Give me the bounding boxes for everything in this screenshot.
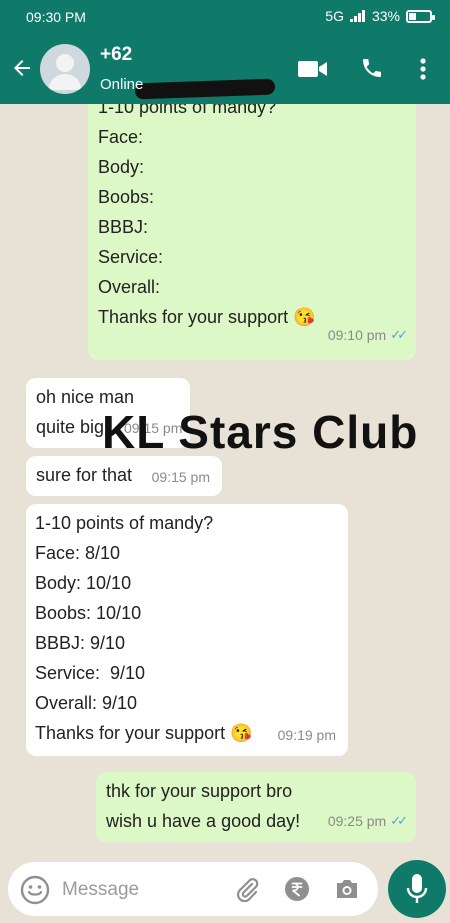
signal-icon: [349, 10, 366, 22]
message-outgoing[interactable]: thk for your support bro wish u have a g…: [96, 772, 416, 842]
rupee-icon[interactable]: [284, 876, 310, 907]
redaction-scribble: [134, 78, 276, 100]
video-call-icon[interactable]: [298, 58, 328, 85]
message-input[interactable]: Message: [62, 879, 139, 901]
message-text: 1-10 points of mandy? Face: Body: Boobs:…: [98, 104, 316, 327]
more-vert-icon[interactable]: [418, 56, 428, 87]
message-time: 09:25 pm: [327, 813, 387, 829]
status-time: 09:30 PM: [26, 9, 86, 25]
status-bar: 09:30 PM 5G 33%: [0, 0, 450, 34]
battery-percent: 33%: [371, 8, 400, 24]
message-incoming[interactable]: 1-10 points of mandy? Face: 8/10 Body: 1…: [26, 504, 348, 756]
message-text: sure for that: [36, 465, 133, 485]
back-arrow-icon[interactable]: [10, 56, 34, 85]
chat-area: 1-10 points of mandy? Face: Body: Boobs:…: [0, 104, 450, 856]
read-ticks-icon: ✓✓: [390, 327, 408, 342]
contact-status: Online: [100, 76, 144, 93]
message-time: 09:19 pm: [277, 727, 336, 743]
contact-name[interactable]: +62: [100, 44, 132, 66]
mic-button[interactable]: [388, 860, 446, 918]
network-label: 5G: [325, 8, 344, 24]
avatar[interactable]: [40, 44, 90, 94]
message-outgoing[interactable]: 1-10 points of mandy? Face: Body: Boobs:…: [88, 104, 416, 360]
camera-icon[interactable]: [334, 877, 360, 906]
chat-header: +62 Online: [0, 34, 450, 104]
phone-icon[interactable]: [360, 56, 384, 85]
attach-icon[interactable]: [234, 876, 260, 907]
message-time: 09:15 pm: [151, 469, 210, 485]
message-time: 09:10 pm: [327, 327, 387, 343]
message-incoming[interactable]: sure for that 09:15 pm: [26, 456, 222, 496]
message-text: 1-10 points of mandy? Face: 8/10 Body: 1…: [35, 513, 253, 743]
read-ticks-icon: ✓✓: [390, 813, 408, 828]
battery-icon: [406, 9, 435, 23]
mic-icon: [405, 873, 429, 910]
message-text: thk for your support bro wish u have a g…: [106, 781, 301, 831]
watermark-text: KL Stars Club: [102, 406, 419, 458]
emoji-icon[interactable]: [20, 875, 50, 910]
message-composer[interactable]: Message: [8, 862, 378, 916]
